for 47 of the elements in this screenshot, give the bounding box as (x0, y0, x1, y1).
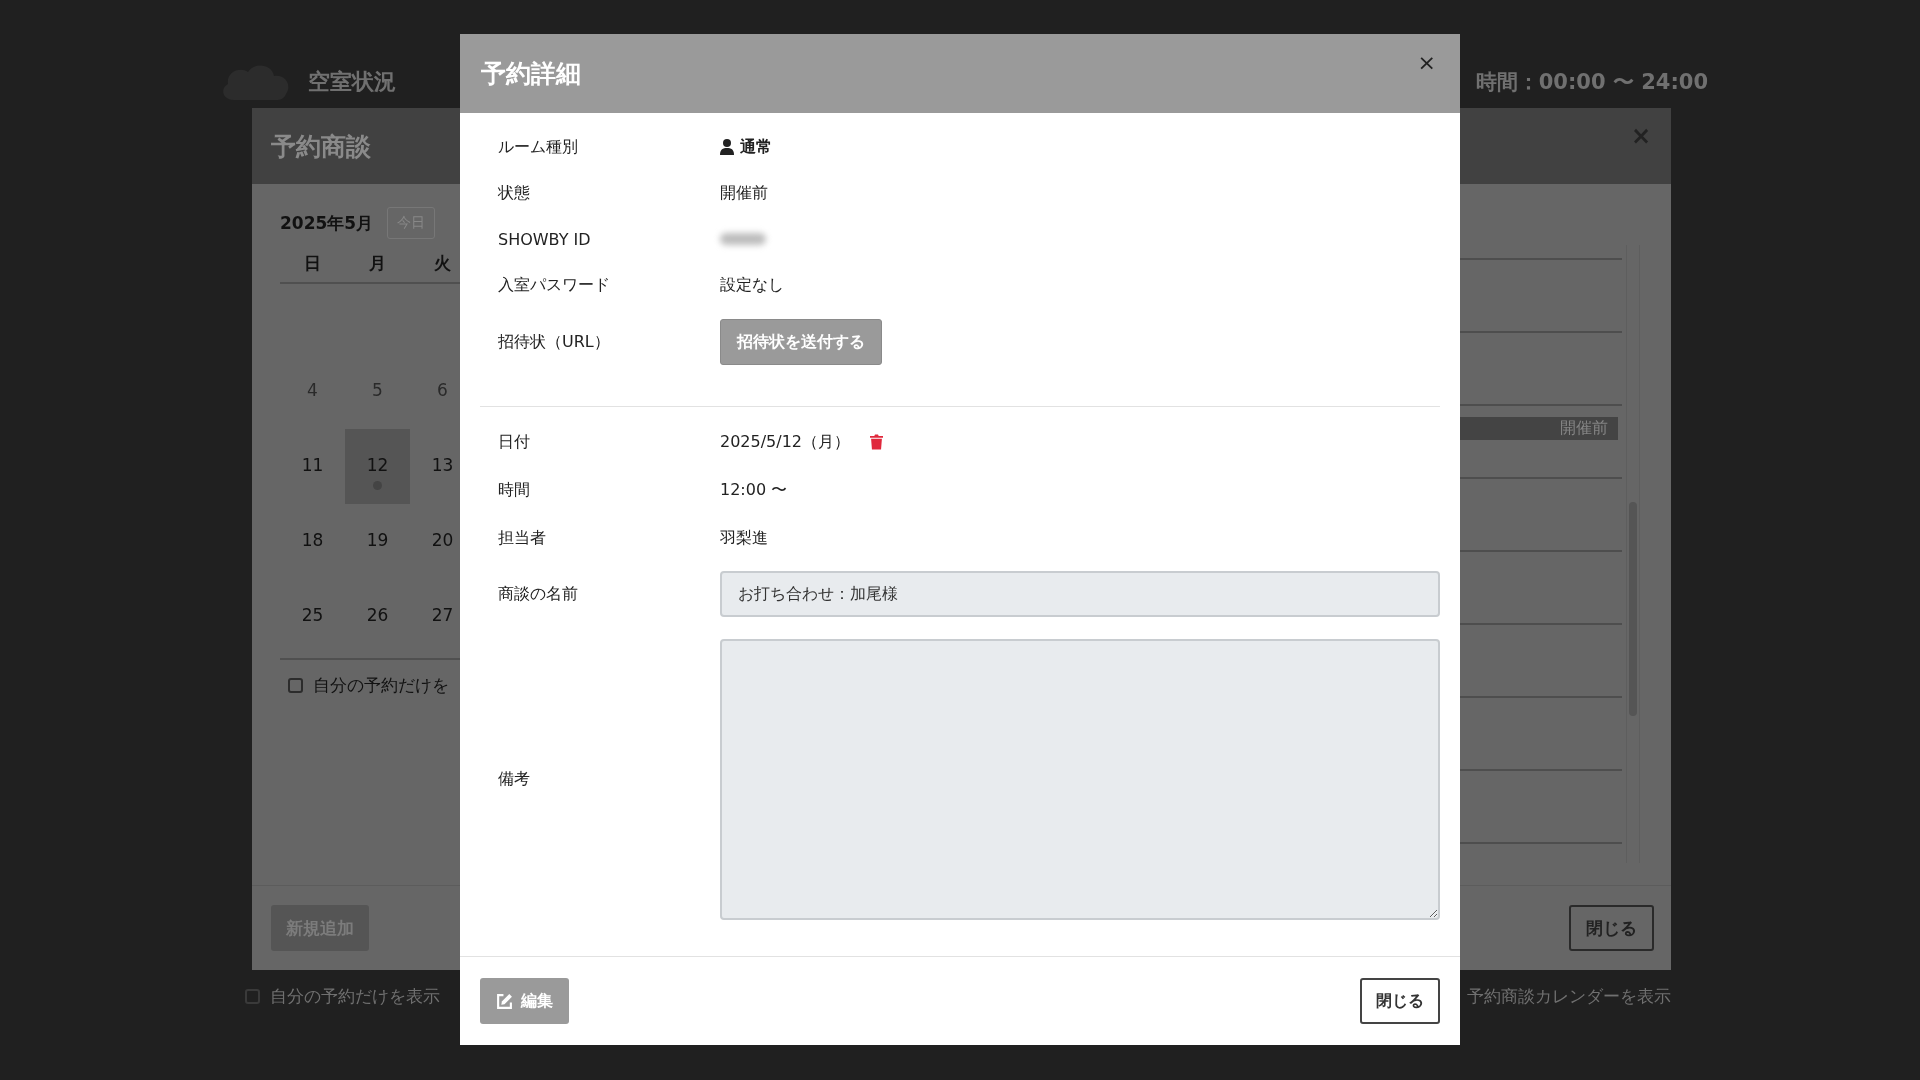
field-label: 商談の名前 (498, 583, 579, 605)
close-button[interactable]: × (1630, 122, 1651, 150)
checkbox-label: 自分の予約だけを表示 (270, 985, 440, 1008)
day-cell[interactable]: 12 (345, 429, 410, 504)
weekday-label: 日 (303, 251, 322, 275)
day-cell[interactable]: 11 (280, 429, 345, 504)
dialog-title: 予約詳細 (481, 58, 581, 90)
edit-button[interactable]: 編集 (480, 978, 569, 1024)
field-label: 日付 (498, 431, 531, 453)
field-label: 入室パスワード (498, 274, 611, 296)
field-label: 備考 (498, 769, 531, 790)
close-button[interactable]: 閉じる (1360, 978, 1440, 1024)
field-label: 状態 (498, 182, 531, 204)
day-cell[interactable]: 5 (345, 354, 410, 429)
blurred-value (720, 233, 766, 245)
checkbox[interactable] (245, 989, 260, 1004)
room-type: 通常 (740, 136, 772, 158)
checkbox-label: 予約商談カレンダーを表示 (1467, 985, 1671, 1008)
day-cell[interactable]: 18 (280, 504, 345, 579)
day-cell[interactable]: 19 (345, 504, 410, 579)
day-cell[interactable]: 25 (280, 579, 345, 654)
close-button[interactable]: × (1417, 50, 1436, 75)
field-label: 担当者 (498, 527, 547, 549)
field-label: SHOWBY ID (498, 229, 592, 249)
date-value: 2025/5/12（月） (720, 431, 851, 453)
month-title: 2025年5月 (280, 211, 374, 235)
dialog-title: 予約商談 (271, 130, 371, 163)
trash-icon (870, 434, 884, 450)
checkbox-label: 自分の予約だけを (313, 674, 449, 697)
field-value: 羽梨進 (720, 527, 768, 549)
field-value: 12:00 〜 (720, 479, 788, 501)
person-icon (720, 139, 734, 155)
page-title: 空室状況 (308, 68, 396, 96)
field-value: 設定なし (720, 274, 784, 296)
field-label: ルーム種別 (498, 136, 579, 158)
checkbox[interactable] (288, 678, 303, 693)
field-label: 招待状（URL） (498, 331, 611, 353)
send-invitation-button[interactable]: 招待状を送付する (720, 319, 882, 365)
edit-icon (496, 992, 513, 1010)
business-hours: 時間：00:00 〜 24:00 (1475, 69, 1708, 96)
weekday-label: 月 (368, 251, 387, 275)
day-cell[interactable]: 26 (345, 579, 410, 654)
day-cell[interactable]: 4 (280, 354, 345, 429)
field-label: 時間 (498, 479, 531, 501)
close-button[interactable]: 閉じる (1569, 905, 1654, 951)
field-value: 開催前 (720, 182, 768, 204)
weekday-label: 火 (433, 251, 452, 275)
